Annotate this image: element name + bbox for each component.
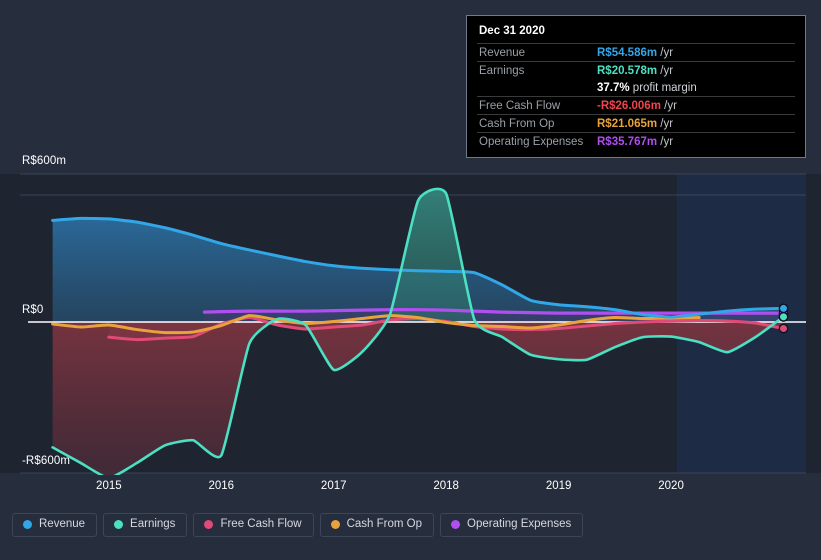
legend-item-revenue[interactable]: Revenue (12, 513, 98, 537)
legend-item-label: Earnings (130, 518, 176, 530)
tooltip-row: Cash From Op R$21.065m /yr (477, 114, 795, 133)
tooltip-row-label: Revenue (479, 46, 526, 59)
legend-color-dot-icon (114, 520, 124, 530)
tooltip-row-value: -R$26.006m /yr (597, 97, 795, 115)
tooltip-row-amount: R$20.578m (597, 64, 658, 77)
revenue-endpoint-marker (778, 303, 789, 314)
tooltip-row: Revenue R$54.586m /yr (477, 43, 795, 62)
tooltip-row-label: Earnings (479, 64, 525, 77)
tooltip-row: Operating Expenses R$35.767m /yr (477, 132, 795, 151)
legend-color-dot-icon (23, 520, 32, 530)
tooltip-row-amount: R$21.065m (597, 117, 658, 130)
legend-item-label: Free Cash Flow (220, 518, 302, 530)
legend-color-dot-icon (330, 520, 340, 530)
tooltip-row-amount: -R$26.006m (597, 99, 661, 112)
financial-chart: R$600m R$0 -R$600m 2015 2016 2017 2018 2019 2… (0, 0, 821, 560)
legend-item-cash-from-op[interactable]: Cash From Op (319, 513, 435, 537)
tooltip-row-label (477, 79, 597, 97)
tooltip-row-value: 37.7% profit margin (597, 79, 795, 97)
free-cash-flow-endpoint-marker (778, 323, 789, 334)
legend-color-dot-icon (451, 520, 461, 530)
tooltip-row-value: R$54.586m /yr (597, 44, 795, 62)
legend-item-label: Operating Expenses (467, 518, 572, 530)
tooltip-row-amount: 37.7% (597, 81, 630, 94)
tooltip-row-amount: R$35.767m (597, 135, 658, 148)
tooltip-row: 37.7% profit margin (477, 79, 795, 97)
tooltip-row-value: R$35.767m /yr (597, 133, 795, 151)
legend-color-dot-icon (204, 520, 214, 530)
tooltip-row: Free Cash Flow -R$26.006m /yr (477, 96, 795, 115)
tooltip-row-label: Cash From Op (479, 117, 555, 130)
tooltip-row-value: R$20.578m /yr (597, 62, 795, 80)
data-tooltip: Dec 31 2020 Revenue R$54.586m /yr Earnings… (466, 15, 806, 158)
tooltip-row-label: Free Cash Flow (479, 99, 561, 112)
tooltip-row-value: R$21.065m /yr (597, 115, 795, 133)
tooltip-row-unit: /yr (657, 46, 674, 59)
tooltip-date: Dec 31 2020 (479, 25, 545, 37)
earnings-endpoint-marker (778, 311, 789, 322)
chart-legend[interactable]: Revenue Earnings Free Cash Flow Cash From O… (12, 513, 584, 537)
legend-item-operating-expenses[interactable]: Operating Expenses (440, 513, 584, 537)
tooltip-row-label: Operating Expenses (479, 135, 584, 148)
legend-item-label: Cash From Op (346, 518, 423, 530)
tooltip-row-unit: /yr (660, 99, 677, 112)
legend-item-free-cash-flow[interactable]: Free Cash Flow (193, 513, 314, 537)
endpoint-markers (778, 303, 789, 334)
tooltip-row: Earnings R$20.578m /yr (477, 61, 795, 80)
tooltip-table: Revenue R$54.586m /yr Earnings R$20.578m /y… (477, 43, 795, 150)
legend-item-earnings[interactable]: Earnings (103, 513, 188, 537)
tooltip-row-unit: /yr (657, 117, 674, 130)
tooltip-row-unit: /yr (657, 135, 674, 148)
tooltip-row-unit: profit margin (629, 81, 697, 94)
tooltip-row-unit: /yr (657, 64, 674, 77)
legend-item-label: Revenue (39, 518, 86, 530)
tooltip-row-amount: R$54.586m (597, 46, 658, 59)
